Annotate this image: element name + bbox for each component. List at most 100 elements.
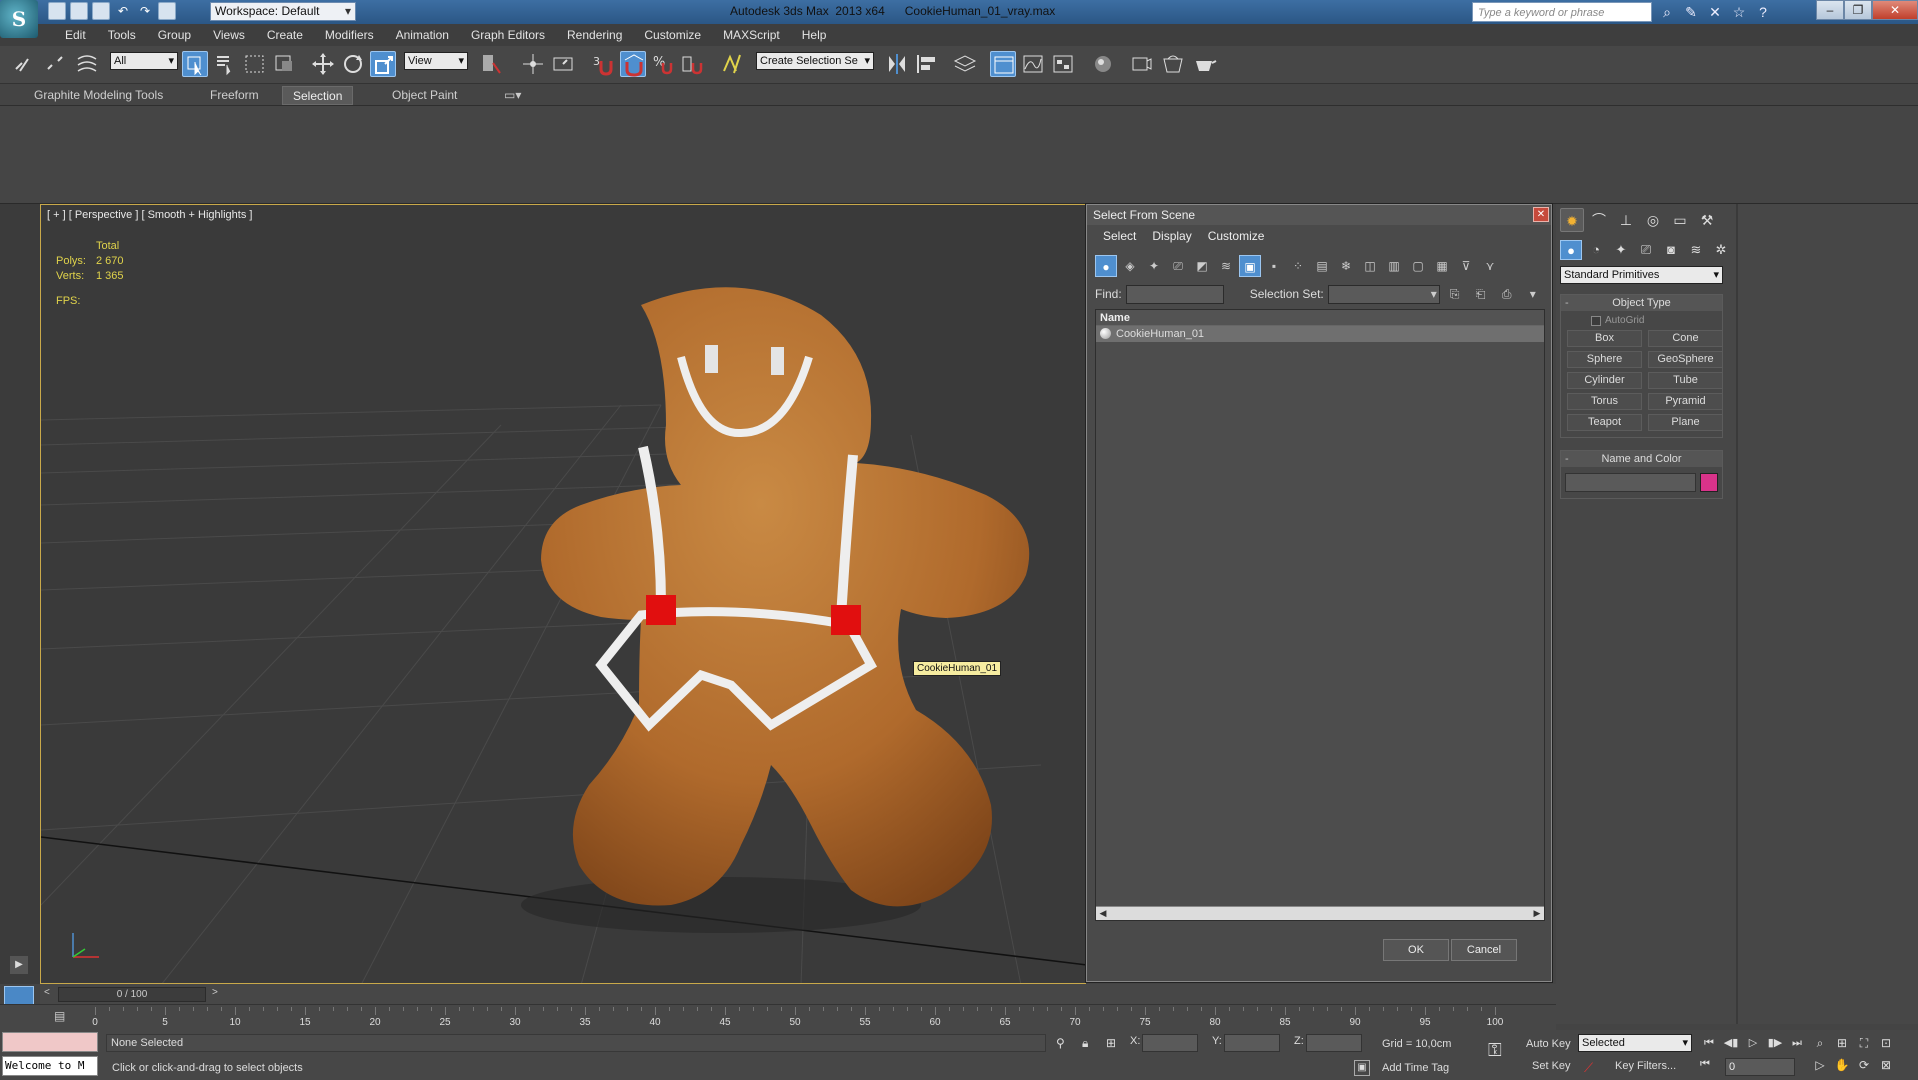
- create-tab-icon[interactable]: ✹: [1560, 208, 1584, 232]
- minimize-button[interactable]: –: [1816, 0, 1844, 20]
- set-key-button[interactable]: Set Key: [1532, 1060, 1571, 1072]
- cookiehuman-model[interactable]: [541, 287, 1030, 907]
- object-name-input[interactable]: [1565, 473, 1697, 492]
- perspective-viewport[interactable]: [ + ] [ Perspective ] [ Smooth + Highlig…: [40, 204, 1086, 984]
- track-bar[interactable]: ▤ 0 5 10 15 20 25 30 35 40 45 50 55 60 65 70 75 80 85 90 95…: [0, 1004, 1556, 1030]
- menu-tools[interactable]: Tools: [97, 24, 147, 46]
- display-space-warps-icon[interactable]: ≋: [1215, 255, 1237, 277]
- save-file-icon[interactable]: [92, 2, 110, 20]
- track-bar-icon[interactable]: ▤: [54, 1009, 65, 1023]
- horizontal-scrollbar[interactable]: ◀ ▶: [1096, 906, 1544, 920]
- star-icon[interactable]: ☆: [1730, 3, 1748, 21]
- play-icon[interactable]: ▷: [1744, 1034, 1762, 1052]
- menu-graph-editors[interactable]: Graph Editors: [460, 24, 556, 46]
- tube-button[interactable]: Tube: [1648, 372, 1723, 389]
- pyramid-button[interactable]: Pyramid: [1648, 393, 1723, 410]
- display-tab-icon[interactable]: ▭: [1668, 208, 1692, 232]
- x-coordinate-field[interactable]: [1142, 1034, 1198, 1052]
- dialog-menu-customize[interactable]: Customize: [1200, 225, 1273, 247]
- select-object-icon[interactable]: [182, 51, 208, 77]
- menu-rendering[interactable]: Rendering: [556, 24, 633, 46]
- named-selection-set-dropdown[interactable]: Create Selection Se: [756, 52, 874, 70]
- lock-selection-icon[interactable]: 🔒︎: [1082, 1036, 1088, 1051]
- list-item[interactable]: CookieHuman_01: [1096, 326, 1544, 342]
- tab-object-paint[interactable]: Object Paint: [382, 86, 467, 105]
- next-frame-icon[interactable]: ▮▶: [1766, 1034, 1784, 1052]
- open-file-icon[interactable]: [70, 2, 88, 20]
- object-color-swatch[interactable]: [1700, 473, 1718, 492]
- isolate-icon[interactable]: ⚲: [1056, 1036, 1065, 1050]
- orbit-icon[interactable]: ⟳: [1854, 1056, 1874, 1074]
- spinner-snap-icon[interactable]: [680, 51, 706, 77]
- systems-category-icon[interactable]: ✲: [1710, 240, 1732, 260]
- reference-coordinate-dropdown[interactable]: View: [404, 52, 468, 70]
- dialog-title-bar[interactable]: Select From Scene ✕: [1087, 205, 1551, 225]
- go-to-end-icon[interactable]: ⏭: [1788, 1034, 1806, 1052]
- pivot-center-icon[interactable]: [478, 51, 504, 77]
- project-folder-icon[interactable]: [158, 2, 176, 20]
- select-by-name-icon[interactable]: [212, 51, 238, 77]
- motion-tab-icon[interactable]: ◎: [1641, 208, 1665, 232]
- expand-track-bar-icon[interactable]: ▶: [10, 956, 28, 974]
- help-icon[interactable]: ?: [1754, 3, 1772, 21]
- find-input[interactable]: [1125, 284, 1224, 304]
- autogrid-checkbox[interactable]: AutoGrid: [1591, 315, 1722, 326]
- app-logo-button[interactable]: S: [0, 0, 38, 38]
- redo-icon[interactable]: ↷: [136, 2, 154, 20]
- percent-snap-icon[interactable]: %: [650, 51, 676, 77]
- display-groups-icon[interactable]: ▣: [1239, 255, 1261, 277]
- curve-editor-icon[interactable]: [1020, 51, 1046, 77]
- auto-key-button[interactable]: Auto Key: [1526, 1038, 1571, 1050]
- primitive-type-dropdown[interactable]: Standard Primitives: [1560, 266, 1723, 284]
- dialog-close-button[interactable]: ✕: [1533, 207, 1549, 222]
- mirror-icon[interactable]: [884, 51, 910, 77]
- key-selection-dropdown[interactable]: Selected: [1578, 1034, 1692, 1052]
- menu-edit[interactable]: Edit: [54, 24, 97, 46]
- filter-icon[interactable]: ⊽: [1455, 255, 1477, 277]
- menu-modifiers[interactable]: Modifiers: [314, 24, 385, 46]
- display-frozen-icon[interactable]: ❄: [1335, 255, 1357, 277]
- cancel-button[interactable]: Cancel: [1451, 939, 1517, 961]
- zoom-extents-all-icon[interactable]: ⊡: [1876, 1034, 1896, 1052]
- display-hidden-icon[interactable]: ◫: [1359, 255, 1381, 277]
- dialog-menu-select[interactable]: Select: [1095, 225, 1144, 247]
- align-icon[interactable]: [914, 51, 940, 77]
- add-time-tag[interactable]: Add Time Tag: [1382, 1062, 1449, 1074]
- workspace-dropdown[interactable]: Workspace: Default: [210, 2, 356, 21]
- select-set-members-icon[interactable]: ⎗: [1470, 283, 1492, 305]
- filter-options-icon[interactable]: ⋎: [1479, 255, 1501, 277]
- rotate-icon[interactable]: [340, 51, 366, 77]
- menu-animation[interactable]: Animation: [385, 24, 460, 46]
- unlink-icon[interactable]: [42, 51, 68, 77]
- menu-maxscript[interactable]: MAXScript: [712, 24, 791, 46]
- rectangular-selection-icon[interactable]: [242, 51, 268, 77]
- snaps-toggle-icon[interactable]: 3: [590, 51, 616, 77]
- viewport-label[interactable]: [ + ] [ Perspective ] [ Smooth + Highlig…: [47, 209, 252, 221]
- zoom-extents-icon[interactable]: ⛶: [1854, 1034, 1874, 1052]
- shapes-category-icon[interactable]: ◔: [1585, 240, 1607, 260]
- create-selection-set-icon[interactable]: ⎘: [1444, 283, 1466, 305]
- display-cameras-icon[interactable]: ⎚: [1167, 255, 1189, 277]
- menu-views[interactable]: Views: [202, 24, 256, 46]
- undo-icon[interactable]: ↶: [114, 2, 132, 20]
- time-tag-icon[interactable]: ▣: [1354, 1060, 1370, 1076]
- maximize-button[interactable]: ❐: [1844, 0, 1872, 20]
- ribbon-options-icon[interactable]: ▭▾: [494, 86, 531, 105]
- helpers-category-icon[interactable]: ◙: [1660, 240, 1682, 260]
- absolute-mode-icon[interactable]: ⊞: [1106, 1036, 1116, 1050]
- menu-customize[interactable]: Customize: [633, 24, 712, 46]
- tools-icon[interactable]: ✎: [1682, 3, 1700, 21]
- key-mode-icon[interactable]: ⟋: [1584, 1060, 1593, 1076]
- geometry-category-icon[interactable]: ●: [1560, 240, 1582, 260]
- window-crossing-icon[interactable]: [272, 51, 298, 77]
- scroll-left-icon[interactable]: ◀: [1096, 907, 1110, 920]
- display-lights-icon[interactable]: ✦: [1143, 255, 1165, 277]
- ok-button[interactable]: OK: [1383, 939, 1449, 961]
- link-icon[interactable]: [10, 51, 36, 77]
- maxscript-mini-listener[interactable]: Welcome to M: [2, 1056, 98, 1076]
- render-setup-icon[interactable]: [1128, 51, 1154, 77]
- current-frame-field[interactable]: 0: [1725, 1058, 1795, 1076]
- display-helpers-icon[interactable]: ◩: [1191, 255, 1213, 277]
- edit-named-selection-icon[interactable]: [720, 51, 746, 77]
- name-column-header[interactable]: Name: [1096, 310, 1544, 326]
